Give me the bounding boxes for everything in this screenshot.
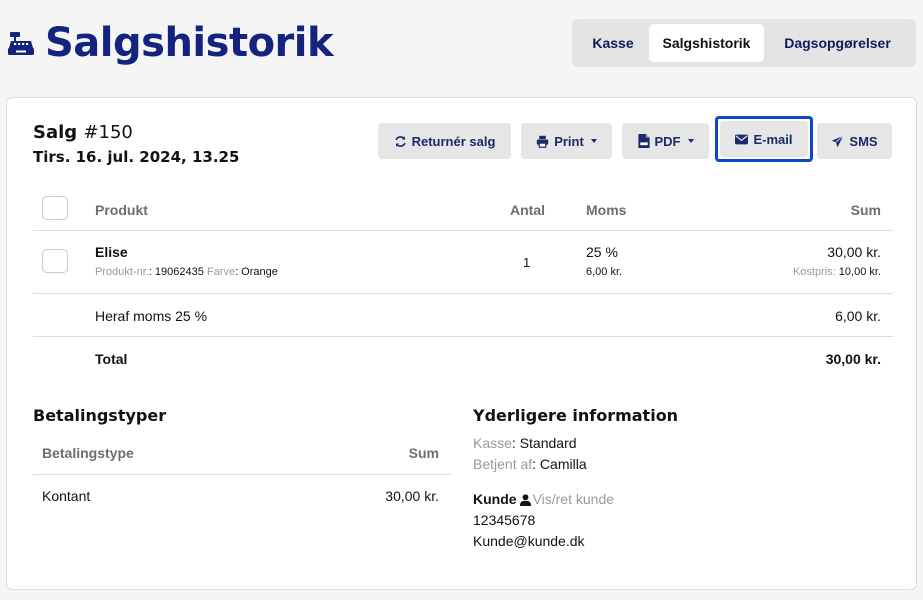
title-wrap: Salgshistorik: [6, 18, 334, 68]
served-by-info: Betjent af: Camilla: [473, 456, 587, 472]
divider: [33, 293, 893, 294]
paper-plane-icon: [832, 134, 844, 147]
served-label: Betjent af: [473, 456, 533, 472]
info-title: Yderligere information: [473, 406, 679, 425]
sms-button[interactable]: SMS: [817, 123, 892, 159]
email-button[interactable]: E-mail: [715, 116, 813, 162]
customer-header: Kunde Vis/ret kunde: [473, 491, 614, 507]
sale-title-prefix: Salg: [33, 122, 84, 143]
product-meta: Produkt-nr.: 19062435 Farve: Orange: [95, 266, 278, 278]
return-sale-label: Returnér salg: [411, 133, 496, 149]
chevron-down-icon: [590, 139, 597, 143]
payments-title: Betalingstyper: [33, 406, 167, 425]
product-no: : 19062435: [148, 266, 204, 278]
cost-value: 10,00 kr.: [835, 266, 881, 278]
served-value: : Camilla: [532, 456, 587, 472]
vat-summary-label: Heraf moms 25 %: [95, 308, 208, 324]
email-label: E-mail: [753, 131, 793, 147]
total-value: 30,00 kr.: [825, 351, 881, 367]
vat-rate: 25 %: [586, 244, 618, 260]
column-header-payment-sum: Sum: [408, 445, 439, 461]
sale-date: Tirs. 16. jul. 2024, 13.25: [33, 148, 240, 166]
customer-label: Kunde: [473, 491, 517, 507]
product-quantity: 1: [523, 255, 531, 270]
sale-card: Salg #150 Tirs. 16. jul. 2024, 13.25 Ret…: [6, 97, 917, 590]
print-label: Print: [554, 133, 584, 149]
vat-summary-value: 6,00 kr.: [835, 308, 881, 324]
column-header-product: Produkt: [95, 202, 148, 218]
pdf-button[interactable]: PDF: [622, 123, 709, 159]
divider: [33, 230, 893, 231]
column-header-quantity: Antal: [510, 202, 545, 218]
color-value: : Orange: [235, 266, 278, 278]
user-icon: [519, 494, 531, 506]
cash-register-icon: [6, 28, 36, 58]
product-sum: 30,00 kr.: [827, 244, 881, 260]
customer-email: Kunde@kunde.dk: [473, 533, 585, 549]
printer-icon: [537, 135, 549, 148]
sms-label: SMS: [849, 133, 878, 149]
product-name: Elise: [95, 244, 128, 260]
pdf-label: PDF: [654, 133, 681, 149]
edit-customer-link[interactable]: Vis/ret kunde: [533, 491, 614, 507]
return-sale-button[interactable]: Returnér salg: [378, 123, 511, 159]
divider: [33, 474, 451, 475]
email-button-inner: E-mail: [720, 121, 808, 157]
tab-kasse[interactable]: Kasse: [577, 24, 649, 62]
column-header-payment-type: Betalingstype: [42, 445, 134, 461]
chevron-down-icon: [687, 139, 694, 143]
row-checkbox[interactable]: [42, 249, 68, 273]
color-label: Farve: [206, 266, 236, 278]
select-all-checkbox[interactable]: [42, 196, 68, 220]
cost-label: Kostpris:: [792, 266, 836, 278]
envelope-icon: [735, 134, 749, 144]
register-label: Kasse: [473, 435, 512, 451]
divider: [33, 336, 893, 337]
refresh-icon: [394, 135, 406, 147]
register-value: : Standard: [511, 435, 577, 451]
column-header-vat: Moms: [586, 202, 627, 218]
sale-number: #150: [83, 122, 133, 143]
print-button[interactable]: Print: [521, 123, 612, 159]
tab-salgshistorik[interactable]: Salgshistorik: [649, 24, 764, 62]
register-info: Kasse: Standard: [473, 435, 577, 451]
page-title: Salgshistorik: [45, 20, 334, 66]
pdf-file-icon: [637, 134, 650, 148]
total-label: Total: [95, 351, 128, 367]
cost-price: Kostpris: 10,00 kr.: [793, 266, 881, 278]
payment-type: Kontant: [42, 488, 91, 504]
vat-amount: 6,00 kr.: [586, 266, 623, 278]
column-header-sum: Sum: [850, 202, 881, 218]
customer-phone: 12345678: [473, 512, 536, 528]
sale-title: Salg #150: [33, 122, 133, 143]
payment-sum: 30,00 kr.: [385, 488, 439, 504]
page-header: Salgshistorik Kasse Salgshistorik Dagsop…: [0, 0, 923, 90]
view-tabs: Kasse Salgshistorik Dagsopgørelser: [572, 19, 916, 67]
product-no-label: Produkt-nr.: [95, 266, 149, 278]
tab-dagsopgorelser[interactable]: Dagsopgørelser: [764, 24, 911, 62]
